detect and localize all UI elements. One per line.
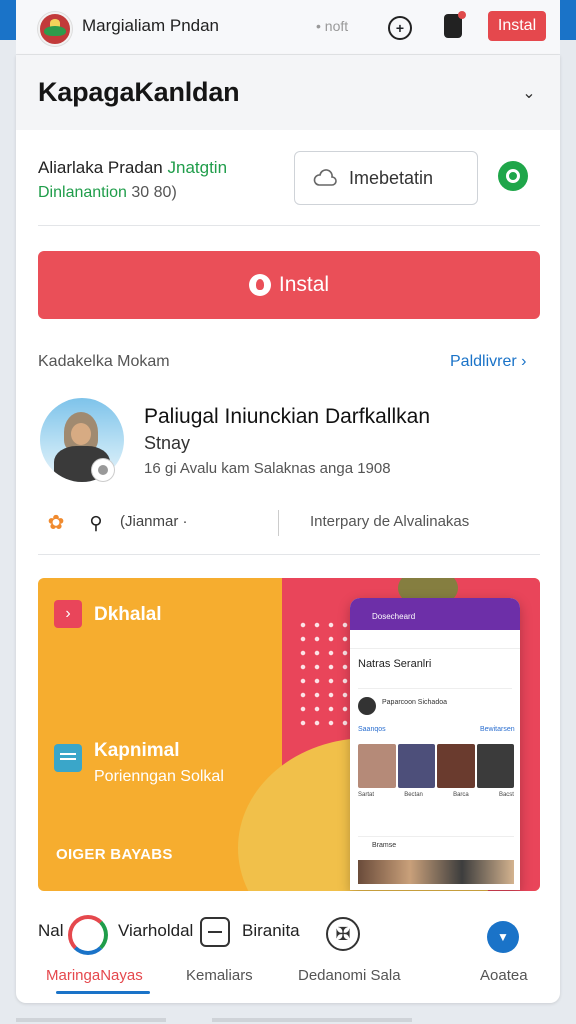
phone-header-title: Dosecheard — [372, 612, 416, 621]
phone-thumbnails — [358, 744, 514, 788]
phone-avatar — [358, 697, 376, 715]
top-install-button[interactable]: Instal — [488, 11, 546, 41]
developer-highlight[interactable]: Jnatgtin — [167, 158, 227, 177]
reviews-link-text: Paldlivrer — [450, 353, 517, 370]
phone-thumbnail — [476, 744, 514, 788]
next-card-edge — [16, 1016, 560, 1024]
promo-banner[interactable]: › Dkhalal Kapnimal Porienngan Solkal OIG… — [38, 578, 540, 891]
divider — [38, 554, 540, 555]
review-title: Paliugal Iniunckian Darfkallkan — [144, 405, 430, 428]
top-bar: Margialiam Pndan • noft + Instal — [16, 0, 560, 55]
bottom-nav-caption-left: Nal — [38, 921, 64, 940]
window-edge-left — [0, 0, 16, 40]
nav-item-aoatea[interactable]: Aoatea — [480, 967, 528, 984]
notification-app-icon[interactable] — [444, 11, 466, 38]
chat-icon[interactable] — [498, 161, 528, 191]
calendar-icon[interactable] — [200, 917, 230, 947]
phone-divider — [358, 836, 514, 837]
nav-item-home[interactable]: MaringaNayas — [46, 967, 143, 984]
phone-caption: Bacst — [498, 792, 514, 798]
install-button-label: Instal — [278, 273, 330, 296]
window-edge-right — [560, 0, 576, 40]
phone-caption: Barca — [453, 792, 469, 798]
phone-tabs — [350, 630, 520, 649]
nav-item-dedanomi[interactable]: Dedanomi Sala — [298, 967, 401, 984]
section-header[interactable]: KapagaKanldan ⌄ — [16, 55, 560, 130]
phone-sub-right: Bewitarsen — [480, 726, 515, 733]
developer-name: Aliarlaka Pradan — [38, 158, 163, 177]
promo-footer: OIGER BAYABS — [56, 846, 173, 863]
phone-thumbnail — [397, 744, 435, 788]
phone-caption: Bectan — [404, 792, 423, 798]
phone-row-text: Paparcoon Sichadoa — [382, 699, 447, 706]
phone-list-item: Paparcoon Sichadoa — [358, 688, 512, 717]
cloud-icon — [313, 169, 337, 186]
verified-badge-icon — [92, 459, 114, 481]
bottom-nav-caption-right: Biranita — [242, 921, 300, 940]
bottom-nav-caption-mid: Viarholdal — [118, 921, 194, 940]
phone-sub-left: Saanqos — [358, 726, 386, 733]
app-card: KapagaKanldan ⌄ Aliarlaka Pradan Jnatgti… — [16, 55, 560, 1003]
phone-thumbnail — [437, 744, 475, 788]
top-meta: • noft — [316, 18, 349, 34]
reviews-label: Kadakelka Mokam — [38, 353, 170, 370]
install-button[interactable]: Instal — [38, 251, 540, 319]
list-icon — [54, 744, 82, 772]
secondary-button[interactable]: Imebetatin — [294, 151, 478, 205]
comment-icon[interactable]: ⚲ — [84, 511, 108, 535]
app-logo-icon[interactable] — [38, 12, 72, 46]
divider — [278, 510, 279, 536]
chevron-right-icon: › — [521, 353, 527, 370]
phone-image-strip — [358, 860, 514, 884]
active-tab-indicator — [56, 991, 150, 994]
feature-title-1: Dkhalal — [94, 604, 162, 625]
cross-icon[interactable]: ✠ — [326, 917, 360, 951]
phone-captions: Sartat Bectan Barca Bacst — [358, 792, 514, 798]
nav-item-kemaliars[interactable]: Kemaliars — [186, 967, 253, 984]
developer-line-2: Dinlanantion 30 80) — [38, 184, 177, 202]
review-subtitle: Stnay — [144, 433, 191, 453]
feature-subtitle-2: Porienngan Solkal — [94, 768, 224, 785]
page-title: KapagaKanldan — [38, 77, 240, 107]
phone-section-title: Natras Seranlri — [358, 658, 432, 670]
download-icon[interactable]: ▼ — [487, 921, 519, 953]
reviews-link[interactable]: Paldlivrer › — [450, 353, 526, 371]
review-action-label[interactable]: (Jianmar · — [120, 513, 188, 530]
add-icon[interactable]: + — [388, 16, 412, 40]
feature-title-2: Kapnimal — [94, 740, 180, 761]
like-icon[interactable]: ✿ — [44, 511, 68, 535]
secondary-button-label: Imebetatin — [349, 167, 434, 188]
developer-line-1: Aliarlaka Pradan Jnatgtin — [38, 158, 227, 178]
phone-thumbnail — [358, 744, 396, 788]
review-action-right[interactable]: Interpary de Alvalinakas — [310, 513, 469, 530]
install-icon — [248, 274, 271, 296]
divider — [38, 225, 540, 226]
phone-caption: Sartat — [358, 792, 375, 798]
home-icon[interactable] — [68, 915, 108, 955]
developer-category[interactable]: Dinlanantion — [38, 184, 127, 201]
app-name: Margialiam Pndan — [82, 16, 220, 35]
review-meta: 16 gi Avalu kam Salaknas anga 1908 — [144, 460, 391, 477]
phone-bottom-title: Bramse — [372, 842, 397, 849]
chevron-down-icon[interactable]: ⌄ — [520, 83, 538, 102]
play-icon: › — [54, 600, 82, 628]
developer-count: 30 80) — [131, 184, 177, 201]
phone-mockup: Dosecheard Natras Seranlri Paparcoon Sic… — [350, 598, 520, 890]
